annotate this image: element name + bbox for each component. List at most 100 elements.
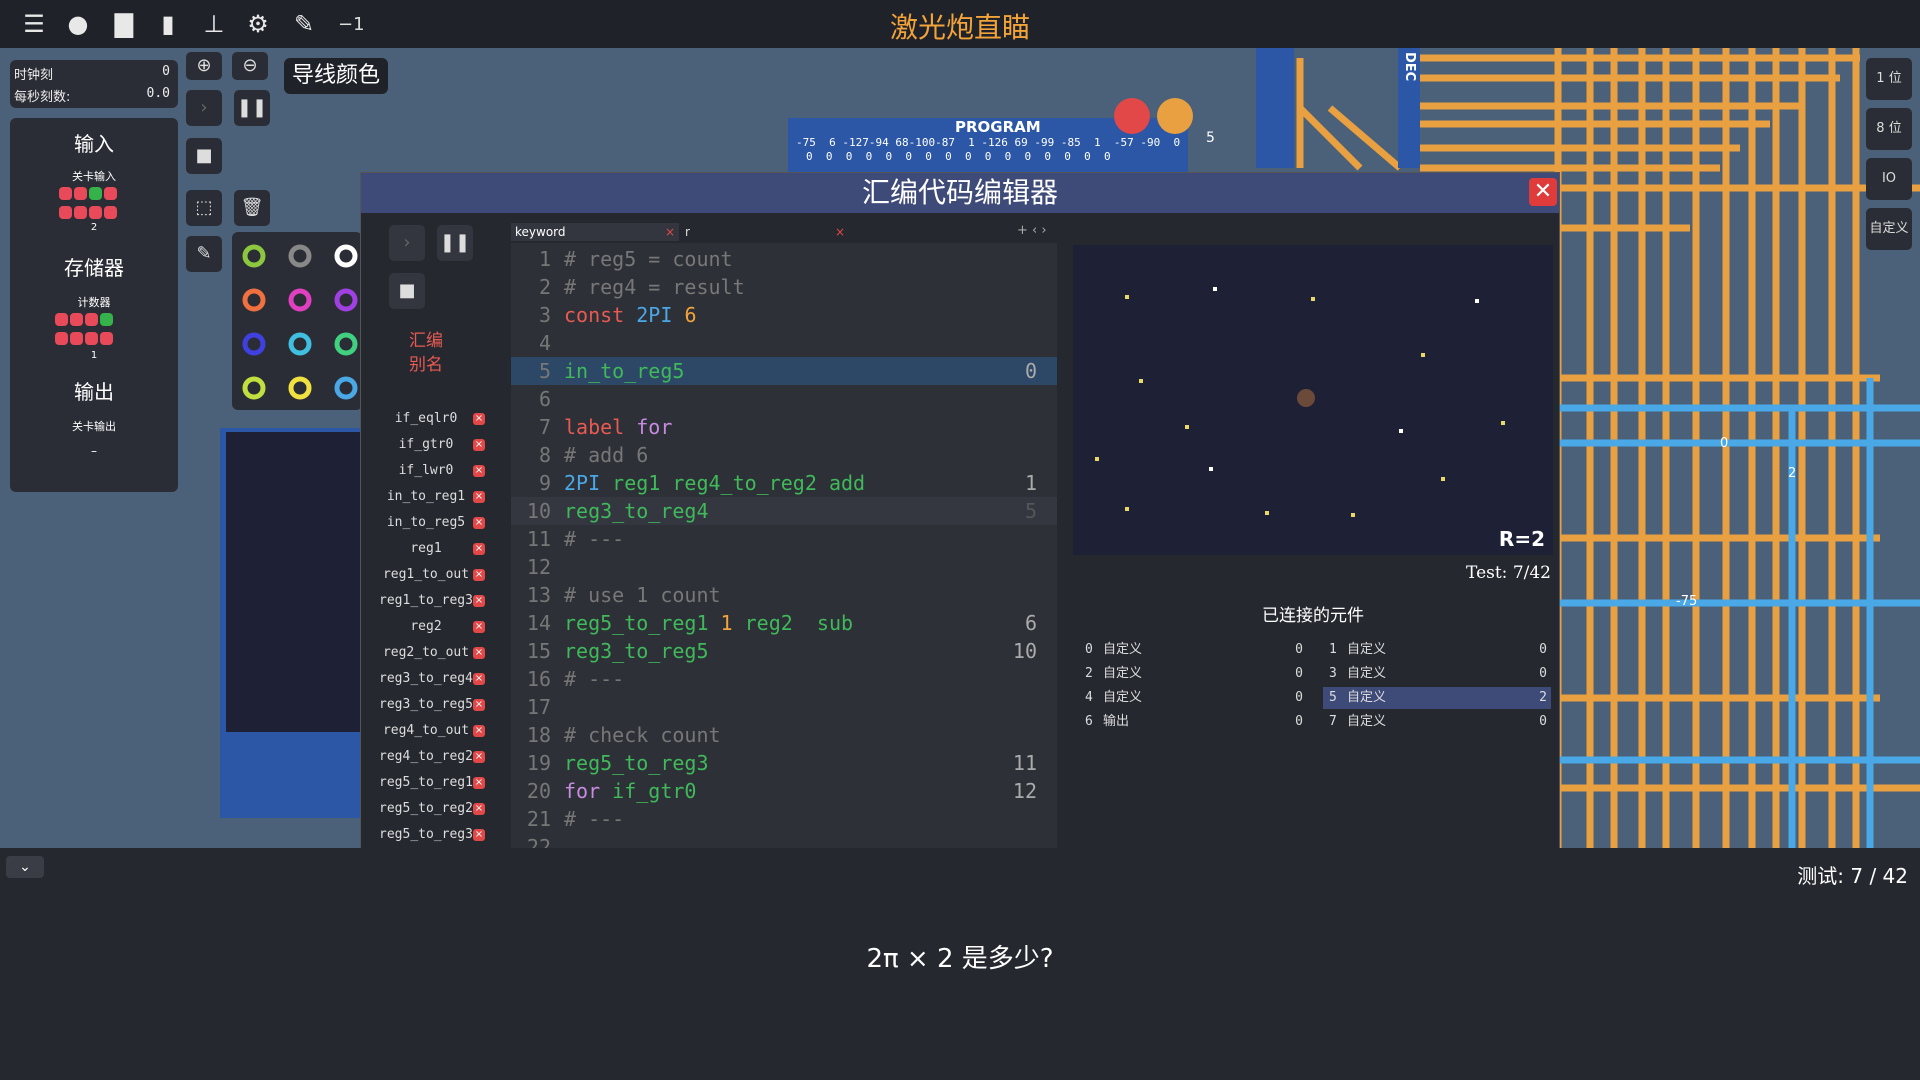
pencil-icon[interactable]: ✎: [186, 236, 222, 272]
alias-item[interactable]: reg3_to_reg4 ×: [361, 667, 496, 691]
stop-icon[interactable]: ■: [389, 273, 425, 309]
alias-item[interactable]: if_eqlr0 ×: [361, 407, 496, 431]
connected-component-row[interactable]: 5 自定义 2: [1323, 687, 1551, 709]
chevron-down-icon[interactable]: ⌄: [6, 856, 44, 878]
zoom-in-icon[interactable]: ⊕: [186, 52, 222, 80]
code-line[interactable]: 2 # reg4 = result: [511, 273, 1057, 301]
code-editor[interactable]: 1 # reg5 = count 2 # reg4 = result 3 const 2P…: [511, 243, 1057, 899]
trash-icon[interactable]: 🗑: [234, 190, 270, 226]
line-code: # reg4 = result: [564, 275, 745, 299]
code-line[interactable]: 18 # check count: [511, 721, 1057, 749]
line-code: # use 1 count: [564, 583, 721, 607]
alias-item[interactable]: if_gtr0 ×: [361, 433, 496, 457]
component-id: 3: [1329, 666, 1337, 681]
connected-component-row[interactable]: 6 输出 0: [1079, 711, 1307, 733]
connected-component-row[interactable]: 1 自定义 0: [1323, 639, 1551, 661]
pause-icon[interactable]: ❚❚: [437, 225, 473, 261]
code-line[interactable]: 16 # ---: [511, 665, 1057, 693]
color-swatches[interactable]: [232, 232, 362, 410]
tab-keyword[interactable]: keyword ×: [511, 223, 679, 241]
alias-item[interactable]: reg4_to_out ×: [361, 719, 496, 743]
select-area-icon[interactable]: ⬚: [186, 190, 222, 226]
delete-alias-icon[interactable]: ×: [473, 647, 485, 659]
connected-component-row[interactable]: 3 自定义 0: [1323, 663, 1551, 685]
alias-list[interactable]: if_eqlr0 × if_gtr0 × if_lwr0 × in_to_reg1 × in_t…: [361, 407, 496, 877]
code-line[interactable]: 1 # reg5 = count: [511, 245, 1057, 273]
alias-item[interactable]: reg5_to_reg2 ×: [361, 797, 496, 821]
code-line[interactable]: 12: [511, 553, 1057, 581]
delete-alias-icon[interactable]: ×: [473, 751, 485, 763]
component-id: 0: [1085, 642, 1093, 657]
delete-alias-icon[interactable]: ×: [473, 413, 485, 425]
level-input-component[interactable]: [58, 186, 122, 224]
delete-alias-icon[interactable]: ×: [473, 725, 485, 737]
close-icon[interactable]: ✕: [1529, 178, 1557, 206]
connected-component-row[interactable]: 4 自定义 0: [1079, 687, 1307, 709]
code-line[interactable]: 9 2PI reg1 reg4_to_reg2 add 1: [511, 469, 1057, 497]
stop-icon[interactable]: ■: [186, 138, 222, 174]
alias-item[interactable]: reg2_to_out ×: [361, 641, 496, 665]
step-forward-icon[interactable]: ›: [389, 225, 425, 261]
connected-component-row[interactable]: 0 自定义 0: [1079, 639, 1307, 661]
component-name: 自定义: [1103, 666, 1143, 681]
alias-item[interactable]: reg3_to_reg5 ×: [361, 693, 496, 717]
tab-controls[interactable]: + ‹ ›: [1017, 223, 1047, 238]
delete-alias-icon[interactable]: ×: [473, 569, 485, 581]
delete-alias-icon[interactable]: ×: [473, 777, 485, 789]
delete-alias-icon[interactable]: ×: [473, 621, 485, 633]
line-code: label for: [564, 415, 673, 439]
code-line[interactable]: 17: [511, 693, 1057, 721]
delete-alias-icon[interactable]: ×: [473, 491, 485, 503]
custom-button[interactable]: 自定义: [1866, 208, 1912, 250]
line-code: # ---: [564, 527, 625, 551]
code-line[interactable]: 20 for if_gtr0 12: [511, 777, 1057, 805]
delete-alias-icon[interactable]: ×: [473, 543, 485, 555]
io-button[interactable]: IO: [1866, 158, 1912, 200]
delete-alias-icon[interactable]: ×: [473, 439, 485, 451]
line-number: 15: [526, 639, 551, 663]
connected-component-row[interactable]: 7 自定义 0: [1323, 711, 1551, 733]
code-line[interactable]: 7 label for: [511, 413, 1057, 441]
palette-section-title: 输出: [74, 380, 114, 404]
alias-item[interactable]: in_to_reg5 ×: [361, 511, 496, 535]
alias-item[interactable]: reg2 ×: [361, 615, 496, 639]
code-line[interactable]: 10 reg3_to_reg4 5: [511, 497, 1057, 525]
alias-label: reg5_to_reg1: [379, 775, 473, 790]
code-line[interactable]: 14 reg5_to_reg1 1 reg2 sub 6: [511, 609, 1057, 637]
code-line[interactable]: 11 # ---: [511, 525, 1057, 553]
delete-alias-icon[interactable]: ×: [473, 595, 485, 607]
alias-item[interactable]: reg1 ×: [361, 537, 496, 561]
bits-8-button[interactable]: 8 位: [1866, 108, 1912, 150]
pause-icon[interactable]: ❚❚: [234, 90, 270, 126]
step-forward-icon[interactable]: ›: [186, 90, 222, 126]
connected-component-row[interactable]: 2 自定义 0: [1079, 663, 1307, 685]
alias-item[interactable]: reg5_to_reg1 ×: [361, 771, 496, 795]
alias-item[interactable]: in_to_reg1 ×: [361, 485, 496, 509]
alias-item[interactable]: if_lwr0 ×: [361, 459, 496, 483]
alias-item[interactable]: reg4_to_reg2 ×: [361, 745, 496, 769]
delete-alias-icon[interactable]: ×: [473, 699, 485, 711]
code-line[interactable]: 3 const 2PI 6: [511, 301, 1057, 329]
delete-alias-icon[interactable]: ×: [473, 517, 485, 529]
delete-alias-icon[interactable]: ×: [473, 803, 485, 815]
alias-item[interactable]: reg1_to_out ×: [361, 563, 496, 587]
code-line[interactable]: 6: [511, 385, 1057, 413]
code-line[interactable]: 5 in_to_reg5 0: [511, 357, 1057, 385]
bits-1-button[interactable]: 1 位: [1866, 58, 1912, 100]
tab-r[interactable]: r ×: [681, 223, 849, 241]
zoom-out-icon[interactable]: ⊖: [232, 52, 268, 80]
line-number: 20: [526, 779, 551, 803]
alias-item[interactable]: reg5_to_reg3 ×: [361, 823, 496, 847]
counter-component[interactable]: [54, 312, 124, 350]
code-line[interactable]: 13 # use 1 count: [511, 581, 1057, 609]
line-code: 2PI reg1 reg4_to_reg2 add: [564, 471, 866, 495]
code-line[interactable]: 19 reg5_to_reg3 11: [511, 749, 1057, 777]
delete-alias-icon[interactable]: ×: [473, 829, 485, 841]
code-line[interactable]: 4: [511, 329, 1057, 357]
alias-item[interactable]: reg1_to_reg3 ×: [361, 589, 496, 613]
code-line[interactable]: 21 # ---: [511, 805, 1057, 833]
code-line[interactable]: 8 # add 6: [511, 441, 1057, 469]
code-line[interactable]: 15 reg3_to_reg5 10: [511, 637, 1057, 665]
delete-alias-icon[interactable]: ×: [473, 465, 485, 477]
delete-alias-icon[interactable]: ×: [473, 673, 485, 685]
